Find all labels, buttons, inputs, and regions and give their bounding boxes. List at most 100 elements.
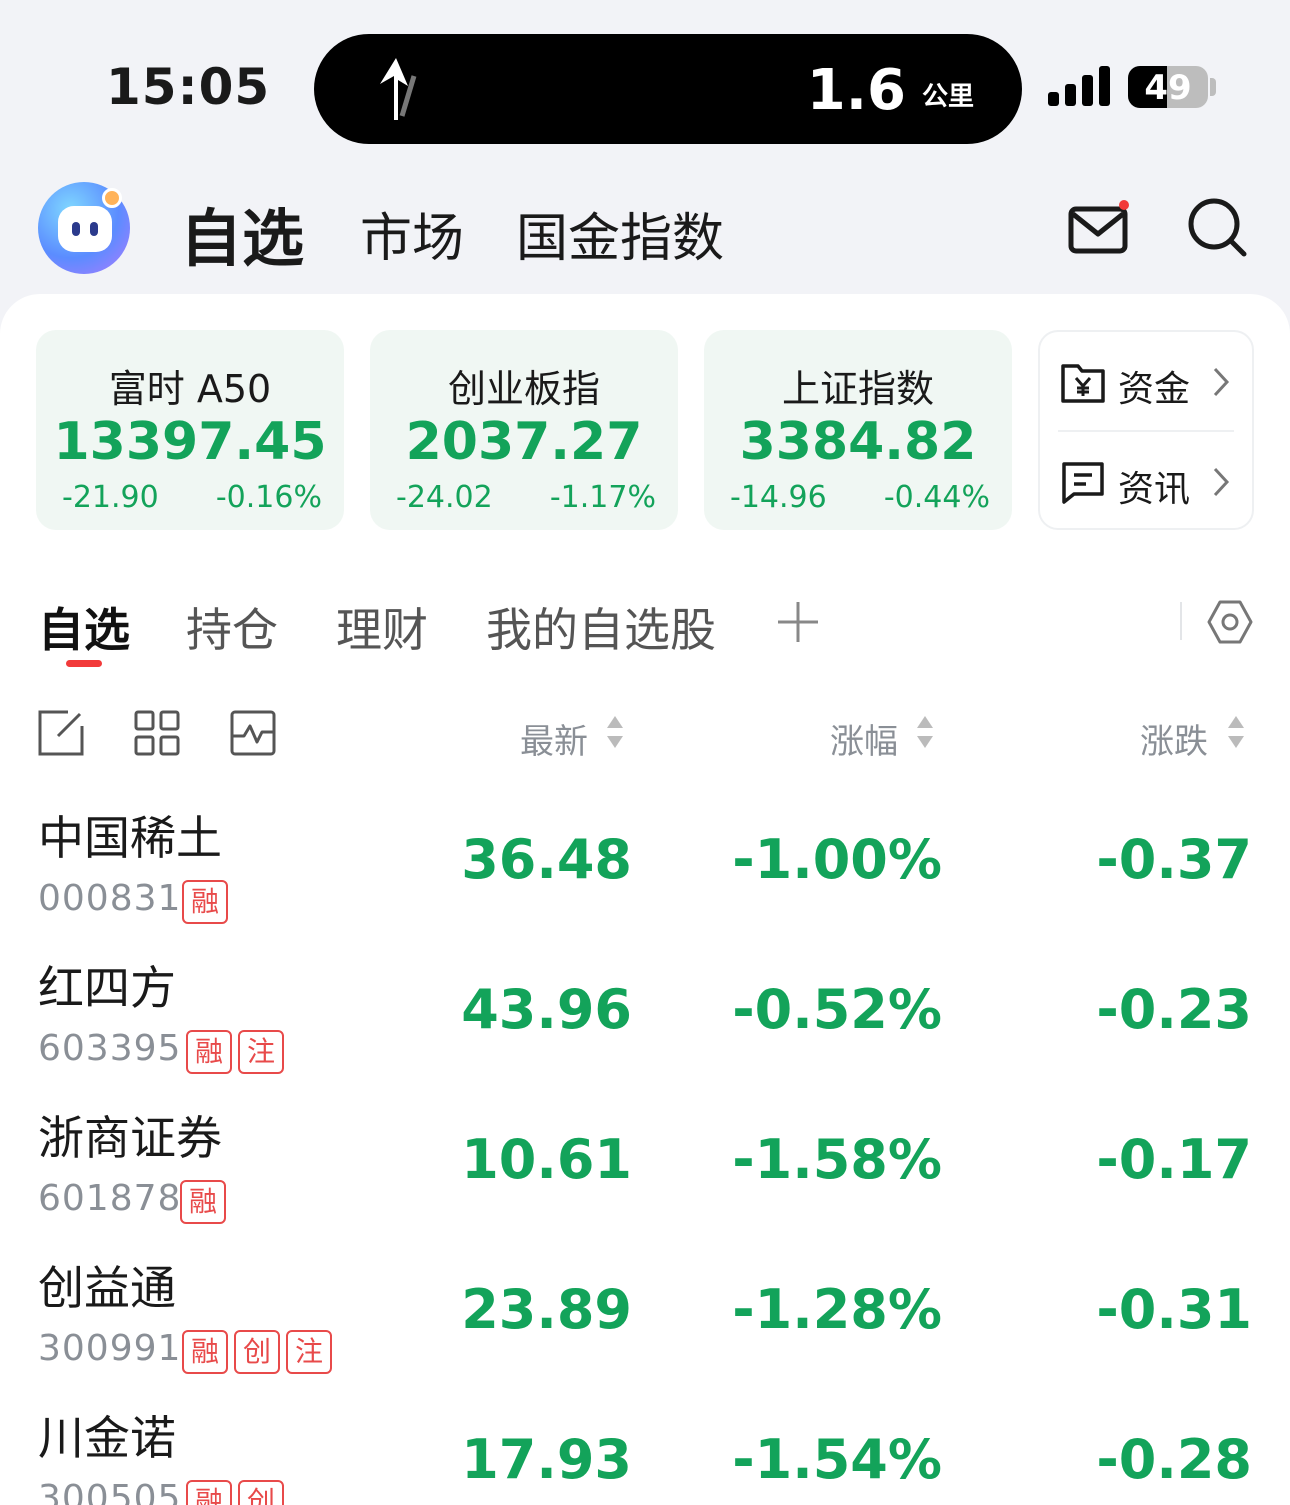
stock-tags: 融 创 [186, 1480, 284, 1505]
subtab-wealth[interactable]: 理财 [336, 594, 428, 660]
stock-code: 300505 [38, 1478, 182, 1505]
app-logo[interactable] [38, 182, 130, 274]
stock-tags: 融 [180, 1180, 226, 1224]
link-funds[interactable]: 资金 [1040, 332, 1252, 430]
index-change: -24.02 [396, 480, 493, 515]
stock-percent: -1.58% [732, 1128, 942, 1191]
stock-price: 23.89 [461, 1278, 632, 1341]
subtab-my-stocks[interactable]: 我的自选股 [486, 594, 716, 660]
battery-icon: 49 [1128, 66, 1208, 108]
stock-name: 红四方 [38, 961, 176, 1015]
stock-name: 中国稀土 [38, 811, 222, 865]
stock-price: 17.93 [461, 1428, 632, 1491]
link-news[interactable]: 资讯 [1040, 432, 1252, 530]
table-row[interactable]: 浙商证券 601878 融 10.61 -1.58% -0.17 [0, 1102, 1290, 1252]
index-name: 富时 A50 [108, 367, 272, 411]
index-percent: -1.17% [549, 480, 656, 515]
index-card-chinext[interactable]: 创业板指 2037.27 -24.02 -1.17% [370, 330, 678, 530]
quick-links-card: 资金 资讯 [1038, 330, 1254, 530]
nav-distance: 1.6 [806, 58, 906, 123]
column-change-percent[interactable]: 涨幅 [830, 714, 898, 763]
turn-arrow-icon [380, 58, 417, 120]
chevron-right-icon [1213, 367, 1230, 397]
dynamic-island-navigation[interactable]: 1.6 公里 [314, 34, 1022, 144]
index-card-ftse-a50[interactable]: 富时 A50 13397.45 -21.90 -0.16% [36, 330, 344, 530]
table-row[interactable]: 中国稀土 000831 融 36.48 -1.00% -0.37 [0, 802, 1290, 952]
settings-icon[interactable] [1206, 598, 1254, 646]
grid-view-icon[interactable] [134, 710, 180, 756]
column-change[interactable]: 涨跌 [1140, 714, 1208, 763]
tag-badge: 融 [186, 1030, 232, 1074]
stock-change: -0.28 [1096, 1428, 1252, 1491]
search-icon[interactable] [1186, 196, 1248, 258]
index-percent: -0.16% [215, 480, 322, 515]
stock-name: 川金诺 [38, 1411, 176, 1465]
battery-tip [1210, 78, 1216, 96]
stock-change: -0.17 [1096, 1128, 1252, 1191]
index-change: -21.90 [62, 480, 159, 515]
tag-badge: 创 [238, 1480, 284, 1505]
tab-guojin-index[interactable]: 国金指数 [516, 196, 724, 271]
stock-code: 300991 [38, 1328, 182, 1369]
tab-market[interactable]: 市场 [360, 196, 464, 271]
index-value: 2037.27 [405, 412, 643, 472]
tab-watchlist[interactable]: 自选 [180, 188, 304, 278]
logo-dot [102, 188, 122, 208]
stock-percent: -1.54% [732, 1428, 942, 1491]
status-time: 15:05 [106, 58, 271, 116]
logo-eye-left [72, 222, 80, 236]
stock-change: -0.37 [1096, 828, 1252, 891]
stock-name: 创益通 [38, 1261, 176, 1315]
tag-badge: 融 [182, 1330, 228, 1374]
chevron-right-icon [1213, 467, 1230, 497]
battery-level: 49 [1144, 68, 1192, 108]
stock-tags: 融 创 注 [182, 1330, 332, 1374]
table-row[interactable]: 川金诺 300505 融 创 17.93 -1.54% -0.28 [0, 1402, 1290, 1505]
yuan-folder-icon [1061, 364, 1105, 403]
subtab-watchlist[interactable]: 自选 [38, 594, 130, 660]
index-card-shanghai[interactable]: 上证指数 3384.82 -14.96 -0.44% [704, 330, 1012, 530]
stock-price: 10.61 [461, 1128, 632, 1191]
tag-badge: 融 [186, 1480, 232, 1505]
mail-icon[interactable] [1068, 200, 1130, 256]
stock-code: 603395 [38, 1028, 182, 1069]
index-change: -14.96 [730, 480, 827, 515]
tag-badge: 创 [234, 1330, 280, 1374]
stock-code: 000831 [38, 878, 182, 919]
link-label: 资讯 [1118, 469, 1191, 510]
stock-name: 浙商证券 [38, 1111, 222, 1165]
sort-icon[interactable] [606, 714, 624, 750]
index-name: 上证指数 [781, 367, 934, 411]
active-tab-indicator [66, 660, 102, 667]
column-latest[interactable]: 最新 [520, 714, 588, 763]
sort-icon[interactable] [916, 714, 934, 750]
stock-percent: -1.00% [732, 828, 942, 891]
tag-badge: 融 [180, 1180, 226, 1224]
sort-icon[interactable] [1227, 714, 1245, 750]
table-row[interactable]: 创益通 300991 融 创 注 23.89 -1.28% -0.31 [0, 1252, 1290, 1402]
tag-badge: 注 [286, 1330, 332, 1374]
cellular-signal-icon [1048, 66, 1110, 106]
table-row[interactable]: 红四方 603395 融 注 43.96 -0.52% -0.23 [0, 952, 1290, 1102]
stock-percent: -0.52% [732, 978, 942, 1041]
index-value: 13397.45 [53, 412, 327, 472]
add-group-icon[interactable] [776, 600, 820, 644]
index-name: 创业板指 [447, 367, 600, 411]
link-label: 资金 [1118, 369, 1191, 410]
index-percent: -0.44% [883, 480, 990, 515]
stock-price: 43.96 [461, 978, 632, 1041]
chart-view-icon[interactable] [230, 710, 276, 756]
logo-face [58, 206, 112, 252]
logo-eye-right [90, 222, 98, 236]
stock-code: 601878 [38, 1178, 182, 1219]
edit-icon[interactable] [38, 710, 84, 756]
nav-unit: 公里 [921, 82, 974, 112]
stock-tags: 融 [182, 880, 228, 924]
stock-tags: 融 注 [186, 1030, 284, 1074]
subtab-holdings[interactable]: 持仓 [186, 594, 278, 660]
stock-change: -0.23 [1096, 978, 1252, 1041]
news-icon [1062, 462, 1104, 504]
tag-badge: 融 [182, 880, 228, 924]
index-value: 3384.82 [739, 412, 977, 472]
tab-separator [1180, 602, 1182, 640]
